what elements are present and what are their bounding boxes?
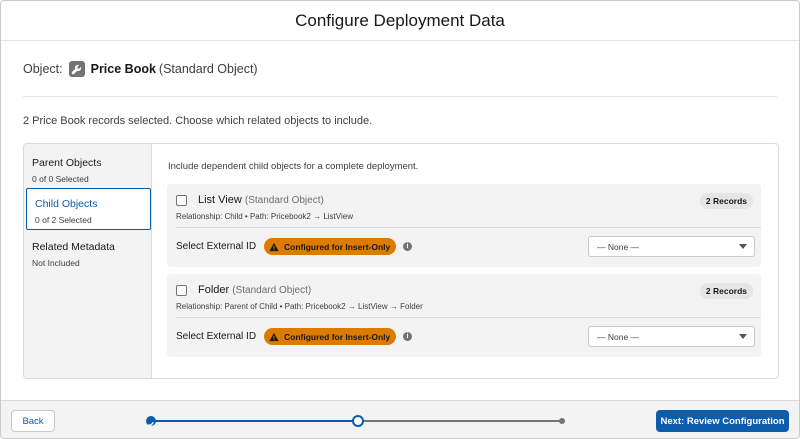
vertical-nav: Parent Objects 0 of 0 Selected Child Obj… [24, 144, 152, 378]
include-checkbox[interactable] [176, 285, 187, 296]
card-title-type: (Standard Object) [244, 195, 324, 206]
check-icon [148, 421, 154, 427]
card-divider [176, 317, 761, 318]
object-name: Price Book [90, 62, 156, 76]
nav-content: Include dependent child objects for a co… [152, 144, 778, 378]
nav-item-title: Parent Objects [32, 157, 102, 169]
nav-item-related-metadata[interactable]: Related Metadata Not Included [24, 232, 151, 274]
insert-only-warning-badge: Configured for Insert-Only [264, 238, 397, 255]
object-type: (Standard Object) [158, 62, 258, 76]
progress-indicator [146, 415, 568, 427]
nav-item-subtitle: 0 of 0 Selected [32, 174, 89, 184]
chevron-down-icon [739, 244, 747, 249]
external-id-select[interactable]: — None — [588, 326, 755, 347]
related-objects-panel: Parent Objects 0 of 0 Selected Child Obj… [23, 143, 779, 379]
select-value: — None — [597, 332, 640, 342]
modal-footer: Back Next: Review Configuration [1, 400, 799, 438]
object-summary: Object: Price Book (Standard Object) [23, 61, 258, 77]
card-title-type: (Standard Object) [232, 285, 312, 296]
records-badge: 2 Records [699, 193, 753, 209]
external-id-label: Select External ID [176, 241, 257, 252]
external-id-select[interactable]: — None — [588, 236, 755, 257]
select-value: — None — [597, 242, 640, 252]
wrench-icon [68, 61, 85, 77]
external-id-label: Select External ID [176, 331, 257, 342]
insert-only-warning-badge: Configured for Insert-Only [264, 328, 397, 345]
modal-title: Configure Deployment Data [295, 10, 505, 30]
card-title: List View (Standard Object) [198, 194, 324, 206]
warning-text: Configured for Insert-Only [284, 241, 391, 252]
modal-header: Configure Deployment Data [1, 1, 799, 41]
info-icon[interactable]: i [403, 332, 412, 341]
nav-item-parent-objects[interactable]: Parent Objects 0 of 0 Selected [24, 148, 151, 190]
warning-icon [269, 332, 279, 341]
relationship-path: Relationship: Child • Path: Pricebook2 →… [176, 212, 353, 221]
warning-text: Configured for Insert-Only [284, 331, 391, 342]
progress-step-complete[interactable] [146, 416, 156, 427]
warning-icon [269, 242, 279, 251]
next-review-configuration-button[interactable]: Next: Review Configuration [656, 410, 789, 432]
nav-item-child-objects[interactable]: Child Objects 0 of 2 Selected [26, 188, 151, 230]
child-object-card-folder: Folder (Standard Object) 2 Records Relat… [167, 274, 761, 357]
info-icon[interactable]: i [403, 242, 412, 251]
chevron-down-icon [739, 334, 747, 339]
nav-item-subtitle: Not Included [32, 258, 80, 268]
progress-line-remaining [357, 420, 563, 422]
card-title-name: List View [198, 194, 242, 206]
nav-item-subtitle: 0 of 2 Selected [35, 215, 92, 225]
progress-step-upcoming[interactable] [559, 418, 565, 424]
divider [23, 96, 777, 97]
relationship-path: Relationship: Parent of Child • Path: Pr… [176, 302, 423, 311]
card-title: Folder (Standard Object) [198, 284, 311, 296]
content-intro: Include dependent child objects for a co… [168, 161, 419, 172]
progress-step-current[interactable] [352, 415, 364, 427]
nav-item-title: Child Objects [35, 198, 98, 210]
card-divider [176, 227, 761, 228]
card-title-name: Folder [198, 284, 230, 296]
records-badge: 2 Records [699, 283, 753, 299]
selection-info: 2 Price Book records selected. Choose wh… [23, 115, 373, 127]
nav-item-title: Related Metadata [32, 241, 115, 253]
object-label: Object: [23, 62, 63, 76]
back-button[interactable]: Back [11, 410, 55, 432]
child-object-card-list-view: List View (Standard Object) 2 Records Re… [167, 184, 761, 267]
progress-line-complete [151, 420, 357, 422]
include-checkbox[interactable] [176, 195, 187, 206]
modal: Configure Deployment Data Object: Price … [0, 0, 800, 439]
